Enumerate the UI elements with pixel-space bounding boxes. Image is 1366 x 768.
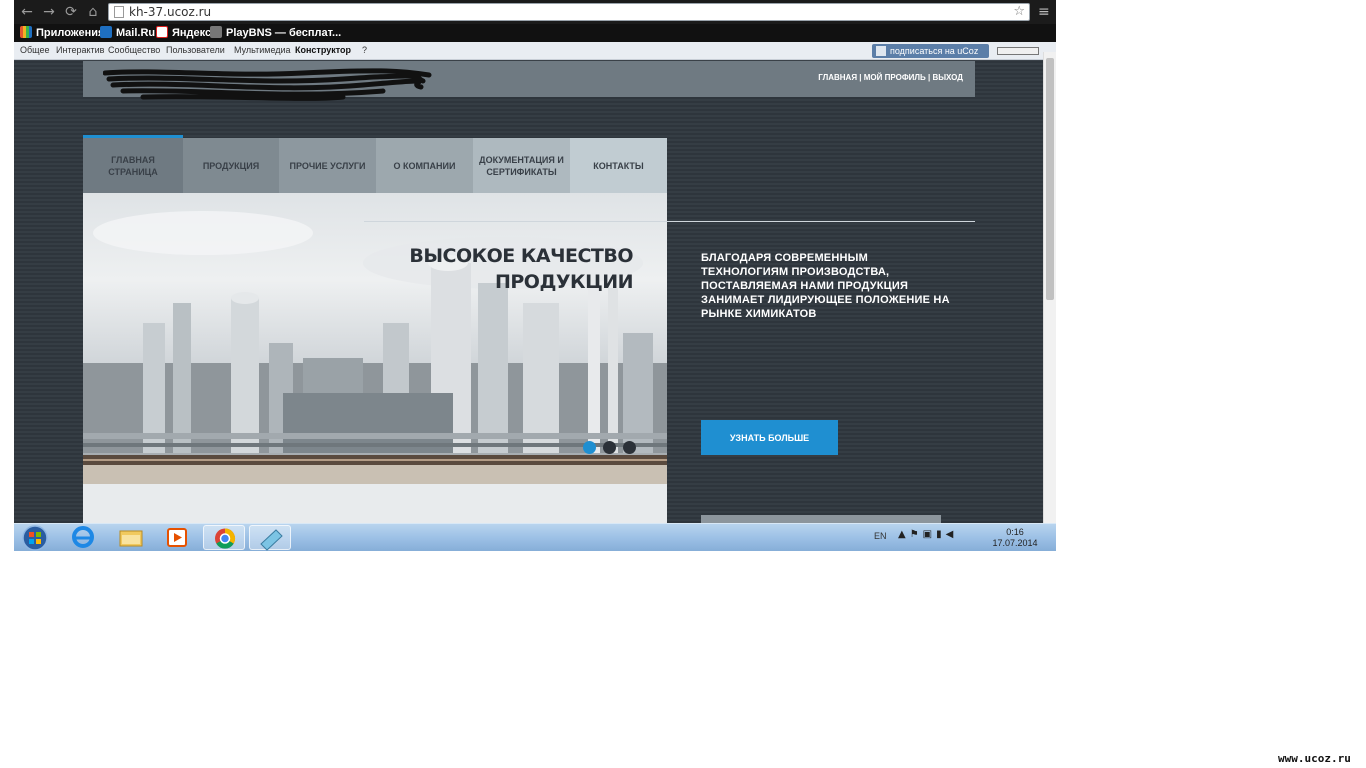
- bookmark-label: Приложения: [36, 27, 105, 39]
- user-links[interactable]: ГЛАВНАЯ | МОЙ ПРОФИЛЬ | ВЫХОД: [818, 73, 963, 82]
- panel-toggle-slider[interactable]: [997, 47, 1039, 55]
- hero-slider: ВЫСОКОЕ КАЧЕСТВО ПРОДУКЦИИ: [83, 193, 667, 484]
- bookmark-label: Mail.Ru: [116, 27, 156, 39]
- ucoz-menu-multimedia[interactable]: Мультимедиа: [234, 45, 291, 55]
- ucoz-menu-help[interactable]: ?: [362, 45, 367, 55]
- slider-dot-1[interactable]: [583, 441, 596, 454]
- show-hidden-icons-icon[interactable]: ▲: [898, 529, 910, 540]
- back-icon[interactable]: ←: [18, 3, 36, 21]
- nav-products[interactable]: ПРОДУКЦИЯ: [183, 138, 279, 193]
- subscribe-icon: [876, 46, 886, 56]
- nav-documentation[interactable]: ДОКУМЕНТАЦИЯ И СЕРТИФИКАТЫ: [473, 138, 570, 193]
- clock-date: 17.07.2014: [992, 538, 1038, 548]
- reload-icon[interactable]: ⟳: [62, 3, 80, 21]
- ucoz-watermark: www.ucoz.ru: [1278, 752, 1351, 765]
- main-navigation: ГЛАВНАЯ СТРАНИЦА ПРОДУКЦИЯ ПРОЧИЕ УСЛУГИ…: [83, 135, 667, 193]
- taskbar-chrome-icon[interactable]: [203, 525, 245, 550]
- mailru-icon: [100, 26, 112, 38]
- ucoz-menu-interactive[interactable]: Интерактив: [56, 45, 104, 55]
- bookmark-apps[interactable]: Приложения: [20, 26, 104, 40]
- scrollbar-thumb[interactable]: [1046, 58, 1054, 300]
- windows-taskbar: EN ▲⚑▣▮◀ 0:16 17.07.2014: [14, 523, 1056, 551]
- devices-icon[interactable]: ▣: [923, 529, 936, 540]
- subscribe-button[interactable]: подписаться на uCoz: [872, 44, 989, 58]
- start-orb-icon[interactable]: [18, 524, 52, 551]
- secondary-panel: [701, 515, 941, 523]
- yandex-icon: [156, 26, 168, 38]
- ucoz-menu-general[interactable]: Общее: [20, 45, 49, 55]
- taskbar-media-icon[interactable]: [156, 525, 198, 550]
- ucoz-menu-constructor[interactable]: Конструктор: [295, 45, 351, 55]
- bookmarks-bar: Приложения Mail.Ru Яндекс PlayBNS — бесп…: [14, 24, 1056, 42]
- learn-more-button[interactable]: УЗНАТЬ БОЛЬШЕ: [701, 420, 838, 455]
- apps-grid-icon: [20, 26, 32, 38]
- slide-headline-line1: ВЫСОКОЕ КАЧЕСТВО: [409, 245, 633, 267]
- volume-icon[interactable]: ◀: [946, 529, 958, 540]
- system-clock[interactable]: 0:16 17.07.2014: [990, 527, 1040, 549]
- nav-home[interactable]: ГЛАВНАЯ СТРАНИЦА: [83, 138, 183, 193]
- slider-dot-3[interactable]: [623, 441, 636, 454]
- home-icon[interactable]: ⌂: [84, 3, 102, 21]
- refinery-image: [83, 211, 667, 484]
- ucoz-menu-users[interactable]: Пользователи: [166, 45, 225, 55]
- language-indicator[interactable]: EN: [874, 531, 887, 541]
- clock-time: 0:16: [1006, 527, 1024, 537]
- redacted-scribble: [103, 68, 432, 101]
- hero-description: БЛАГОДАРЯ СОВРЕМЕННЫМ ТЕХНОЛОГИЯМ ПРОИЗВ…: [701, 252, 950, 320]
- forward-icon[interactable]: →: [40, 3, 58, 21]
- nav-contacts[interactable]: КОНТАКТЫ: [570, 138, 667, 193]
- system-tray-icons[interactable]: ▲⚑▣▮◀: [898, 529, 957, 540]
- browser-menu-icon[interactable]: ≡: [1038, 3, 1052, 21]
- bookmark-star-icon[interactable]: ☆: [1013, 4, 1025, 19]
- taskbar-explorer-icon[interactable]: [110, 525, 152, 550]
- url-text[interactable]: kh-37.ucoz.ru: [129, 5, 211, 19]
- bookmark-label: PlayBNS — бесплат...: [226, 27, 342, 39]
- bookmark-playbns[interactable]: PlayBNS — бесплат...: [210, 26, 341, 40]
- nav-about[interactable]: О КОМПАНИИ: [376, 138, 473, 193]
- taskbar-app-icon[interactable]: [249, 525, 291, 551]
- site-page: ГЛАВНАЯ | МОЙ ПРОФИЛЬ | ВЫХОД ГЛАВНАЯ СТ…: [14, 61, 1043, 523]
- slide-headline-line2: ПРОДУКЦИИ: [494, 271, 634, 293]
- bookmark-yandex[interactable]: Яндекс: [156, 26, 211, 40]
- browser-toolbar: ← → ⟳ ⌂ kh-37.ucoz.ru ☆ ≡: [14, 0, 1056, 24]
- taskbar-ie-icon[interactable]: [62, 525, 104, 550]
- site-header: ГЛАВНАЯ | МОЙ ПРОФИЛЬ | ВЫХОД: [83, 61, 975, 101]
- subscribe-label: подписаться на uCoz: [890, 46, 979, 56]
- slide-headline: ВЫСОКОЕ КАЧЕСТВО ПРОДУКЦИИ: [409, 243, 633, 295]
- address-bar[interactable]: kh-37.ucoz.ru ☆: [108, 3, 1030, 21]
- divider-line: [364, 221, 975, 222]
- bookmark-mailru[interactable]: Mail.Ru: [100, 26, 155, 40]
- ucoz-menu-community[interactable]: Сообщество: [108, 45, 160, 55]
- bookmark-label: Яндекс: [172, 27, 212, 39]
- page-icon: [114, 6, 124, 18]
- nav-other-services[interactable]: ПРОЧИЕ УСЛУГИ: [279, 138, 376, 193]
- page-scrollbar[interactable]: [1043, 52, 1056, 523]
- slider-dot-2[interactable]: [603, 441, 616, 454]
- content-panel: [83, 484, 667, 523]
- action-center-flag-icon[interactable]: ⚑: [910, 529, 923, 540]
- network-icon[interactable]: ▮: [936, 529, 946, 540]
- playbns-icon: [210, 26, 222, 38]
- ucoz-panel: Общее Интерактив Сообщество Пользователи…: [14, 42, 1056, 60]
- screen: ← → ⟳ ⌂ kh-37.ucoz.ru ☆ ≡ Приложения Mai…: [14, 0, 1056, 551]
